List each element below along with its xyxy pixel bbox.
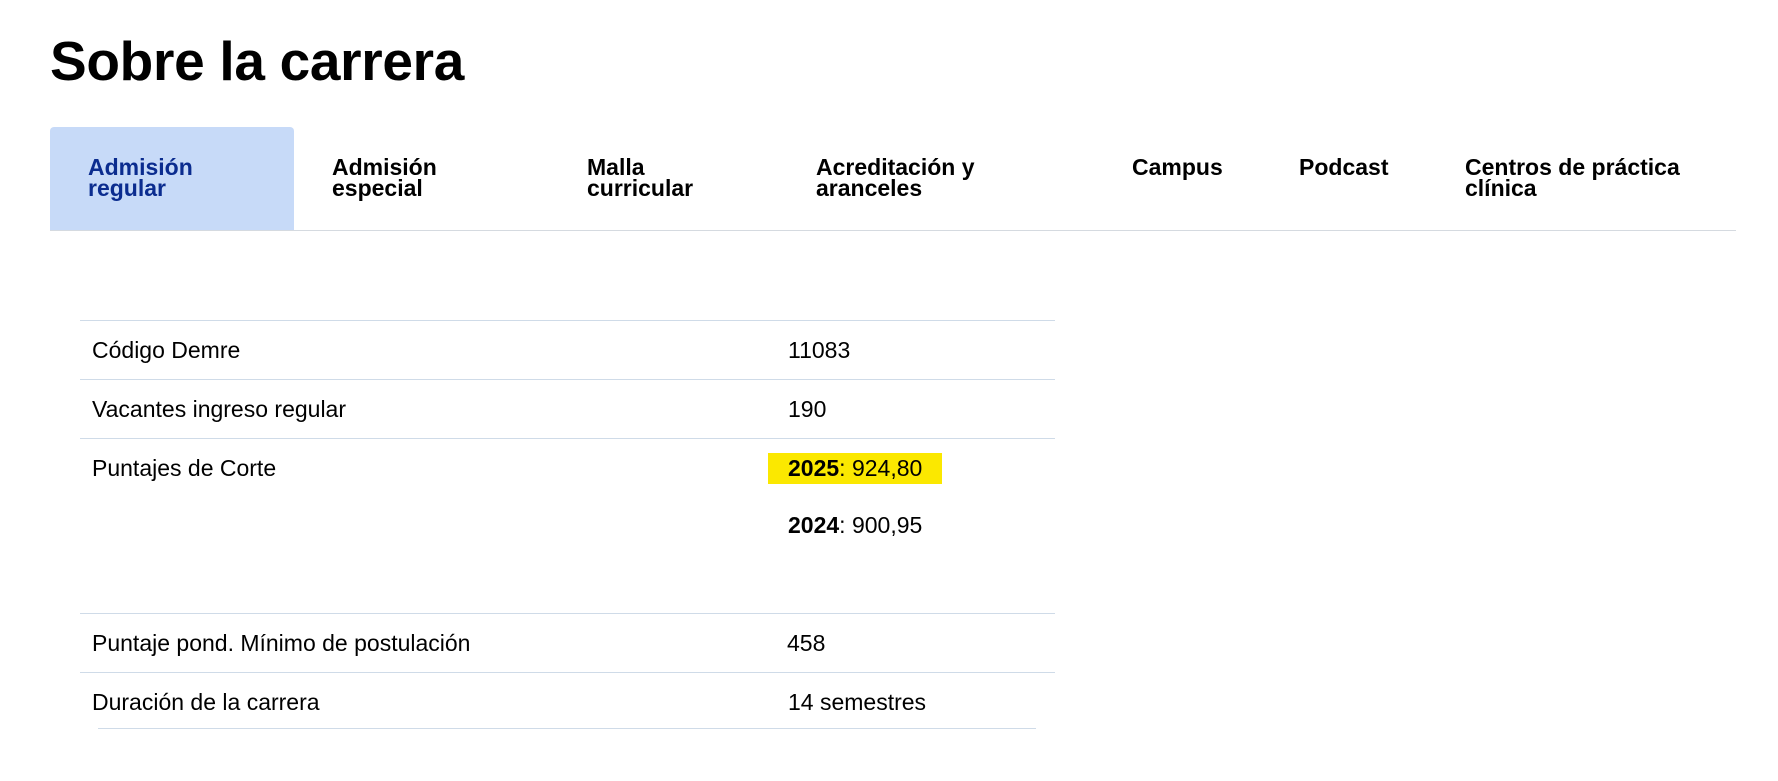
tab-acreditacion-aranceles[interactable]: Acreditación y aranceles: [778, 127, 1094, 230]
row-value: 14 semestres: [788, 689, 927, 715]
score-value: : 900,95: [839, 512, 923, 538]
tab-label-line2: clínica: [1465, 175, 1537, 201]
row-label: Código Demre: [92, 337, 241, 363]
row-label: Puntajes de Corte: [92, 455, 277, 481]
score-year: 2024: [788, 512, 840, 538]
table-bottom-divider: [98, 728, 1036, 729]
tab-malla-curricular[interactable]: Malla curricular: [549, 127, 778, 230]
score-value: : 924,80: [839, 455, 923, 481]
cutoff-score-2025: 2025: 924,80: [768, 453, 943, 484]
tab-label: Campus: [1132, 154, 1223, 180]
table-row-vacantes: Vacantes ingreso regular 190: [80, 379, 1055, 438]
cutoff-score-2024: 2024: 900,95: [768, 510, 942, 541]
tab-bar: Admisión regular Admisión especial Malla…: [50, 127, 1736, 231]
tab-label-line1: Podcast: [1299, 154, 1389, 180]
tab-label: Podcast: [1299, 154, 1389, 180]
row-value: 11083: [788, 337, 851, 363]
table-row-puntajes-corte: Puntajes de Corte 2025: 924,80 2024: 900…: [80, 438, 1055, 613]
tab-label-line1: Campus: [1132, 154, 1223, 180]
tab-label: Centros de práctica clínica: [1465, 156, 1680, 201]
page-title: Sobre la carrera: [50, 30, 465, 92]
row-label: Puntaje pond. Mínimo de postulación: [92, 630, 471, 656]
table-row-puntaje-minimo: Puntaje pond. Mínimo de postulación 458: [80, 613, 1055, 672]
tab-label: Admisión regular: [88, 156, 193, 201]
row-label: Vacantes ingreso regular: [92, 396, 346, 422]
admission-info-table: Código Demre 11083 Vacantes ingreso regu…: [80, 320, 1055, 731]
tab-label-line2: curricular: [587, 175, 694, 201]
tab-admision-regular[interactable]: Admisión regular: [50, 127, 294, 230]
tab-centros-practica-clinica[interactable]: Centros de práctica clínica: [1427, 127, 1736, 230]
tab-admision-especial[interactable]: Admisión especial: [294, 127, 549, 230]
table-row-codigo-demre: Código Demre 11083: [80, 320, 1055, 379]
row-value: 190: [788, 396, 827, 422]
score-year: 2025: [788, 455, 840, 481]
tab-label: Acreditación y aranceles: [816, 156, 975, 201]
row-label: Duración de la carrera: [92, 689, 320, 715]
tab-label-line2: regular: [88, 175, 166, 201]
tab-podcast[interactable]: Podcast: [1261, 127, 1427, 230]
table-row-duracion: Duración de la carrera 14 semestres: [80, 672, 1055, 731]
tab-label: Admisión especial: [332, 156, 437, 201]
tab-label-line2: especial: [332, 175, 423, 201]
tab-label: Malla curricular: [587, 156, 694, 201]
tab-campus[interactable]: Campus: [1094, 127, 1261, 230]
row-value: 458: [787, 630, 826, 656]
tab-label-line2: aranceles: [816, 175, 923, 201]
